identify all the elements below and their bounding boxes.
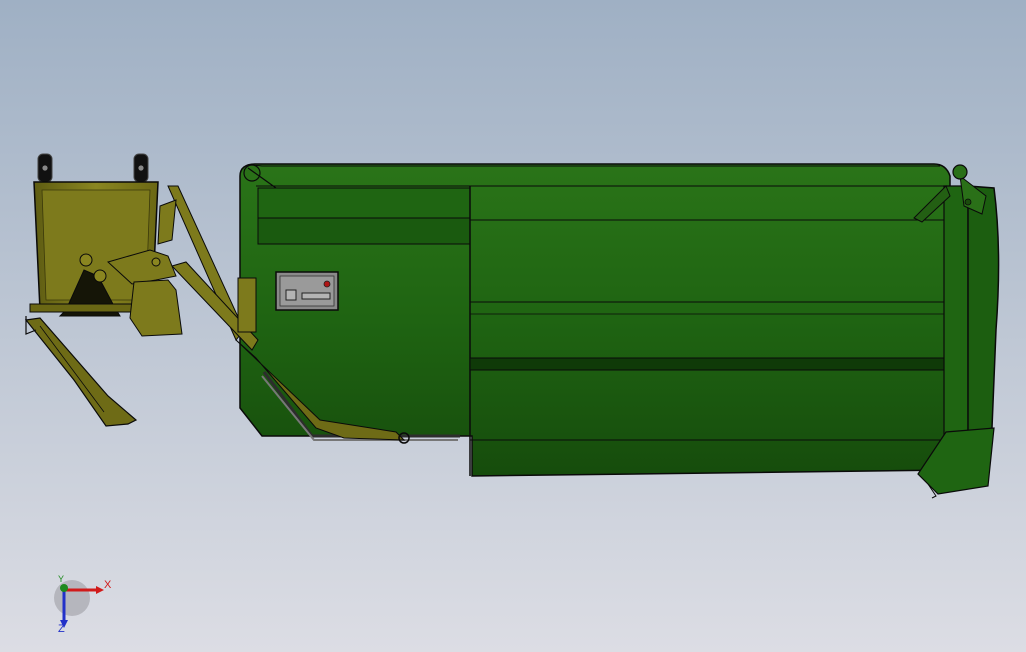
x-axis-label: X [104,579,112,591]
y-axis-label: Y [58,574,64,584]
y-axis-dot [60,584,68,592]
cad-graphics-viewport[interactable]: X Z Y [0,0,1026,652]
z-axis-label: Z [58,623,65,635]
control-display [301,292,331,300]
control-led [323,280,331,288]
control-box[interactable] [275,271,339,311]
control-switch[interactable] [285,289,297,301]
cad-scene[interactable]: X Z Y [0,0,1026,652]
